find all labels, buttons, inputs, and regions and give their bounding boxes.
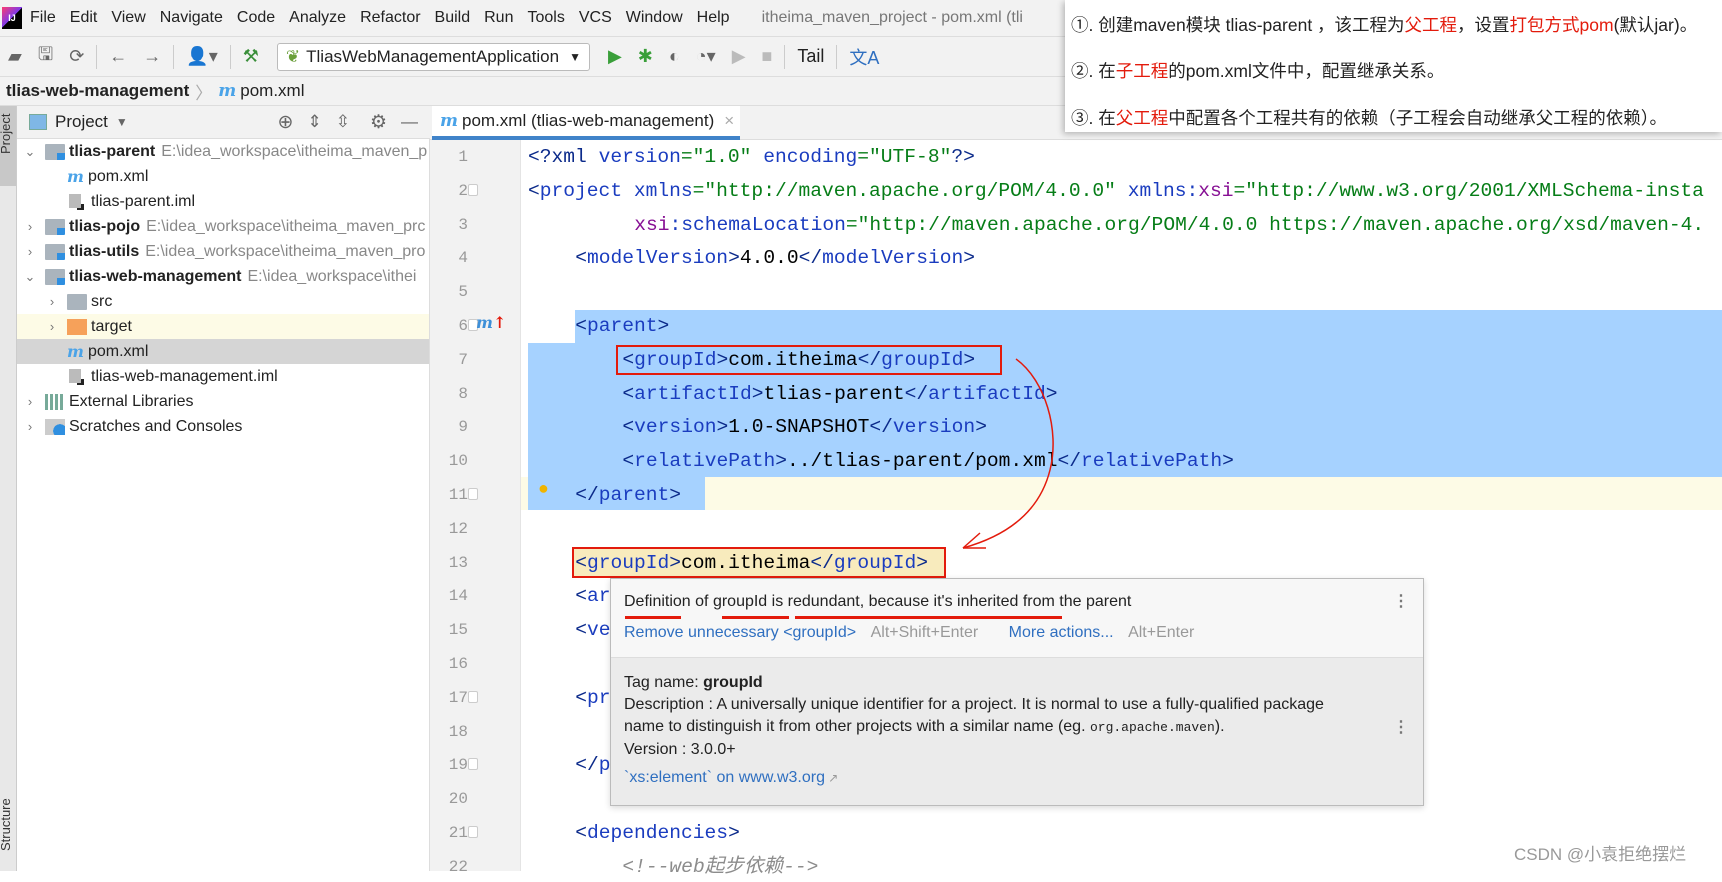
inspection-message: Definition of groupId is redundant, beca… xyxy=(624,593,1132,610)
description-line-2: name to distinguish it from other projec… xyxy=(624,718,1090,735)
arrow-curve xyxy=(962,358,1054,549)
remove-groupid-fix-link[interactable]: Remove unnecessary <groupId> xyxy=(624,624,856,641)
annotation-text: 的pom.xml文件中，配置继承关系。 xyxy=(1168,61,1445,81)
arrow-head-icon xyxy=(962,532,986,549)
tooltip-menu-icon[interactable]: ⋮ xyxy=(1393,591,1409,611)
description-line-1: Description : A universally unique ident… xyxy=(624,696,1324,713)
description-end: ). xyxy=(1214,718,1225,735)
annotation-text: (默认jar)。 xyxy=(1613,15,1698,35)
annotation-line-3: ③. 在父工程中配置各个工程共有的依赖（子工程会自动继承父工程的依赖）。 xyxy=(1071,105,1667,130)
tag-name-label: Tag name: xyxy=(624,674,704,691)
xs-element-link[interactable]: `xs:element` on www.w3.org xyxy=(624,769,825,786)
annotation-text: 子工程 xyxy=(1115,61,1169,81)
underline-mark xyxy=(625,616,681,619)
annotation-line-1: ①. 创建maven模块 tlias-parent ，该工程为父工程，设置打包方… xyxy=(1071,12,1697,37)
tooltip-menu-icon[interactable]: ⋮ xyxy=(1393,717,1409,737)
annotation-panel: ①. 创建maven模块 tlias-parent ，该工程为父工程，设置打包方… xyxy=(1065,0,1722,132)
version-text: Version : 3.0.0+ xyxy=(624,741,736,758)
underline-mark xyxy=(722,616,789,619)
annotation-text: ①. 创建maven模块 tlias-parent ，该工程为 xyxy=(1071,15,1405,35)
more-actions-link[interactable]: More actions... xyxy=(1009,624,1114,641)
annotation-text: 父工程 xyxy=(1115,108,1169,128)
tag-name-value: groupId xyxy=(703,674,763,691)
underline-mark xyxy=(795,616,1062,619)
annotation-text: ，设置 xyxy=(1457,15,1510,35)
tooltip-inspection-section: Definition of groupId is redundant, beca… xyxy=(611,579,1423,658)
description-code: org.apache.maven xyxy=(1089,720,1215,735)
inspection-tooltip: Definition of groupId is redundant, beca… xyxy=(610,578,1424,806)
external-link-icon: ↗ xyxy=(824,771,839,785)
annotation-text: 中配置各个工程共有的依赖（子工程会自动继承父工程的依赖）。 xyxy=(1168,108,1667,128)
annotation-text: 打包方式pom xyxy=(1509,15,1614,35)
annotation-text: ②. 在 xyxy=(1071,61,1116,81)
more-actions-shortcut: Alt+Enter xyxy=(1128,624,1195,641)
annotation-line-2: ②. 在子工程的pom.xml文件中，配置继承关系。 xyxy=(1071,58,1444,83)
fix-shortcut: Alt+Shift+Enter xyxy=(870,624,979,641)
watermark: CSDN @小袁拒绝摆烂 xyxy=(1514,845,1687,864)
annotation-text: 父工程 xyxy=(1404,15,1458,35)
annotation-text: ③. 在 xyxy=(1071,108,1116,128)
